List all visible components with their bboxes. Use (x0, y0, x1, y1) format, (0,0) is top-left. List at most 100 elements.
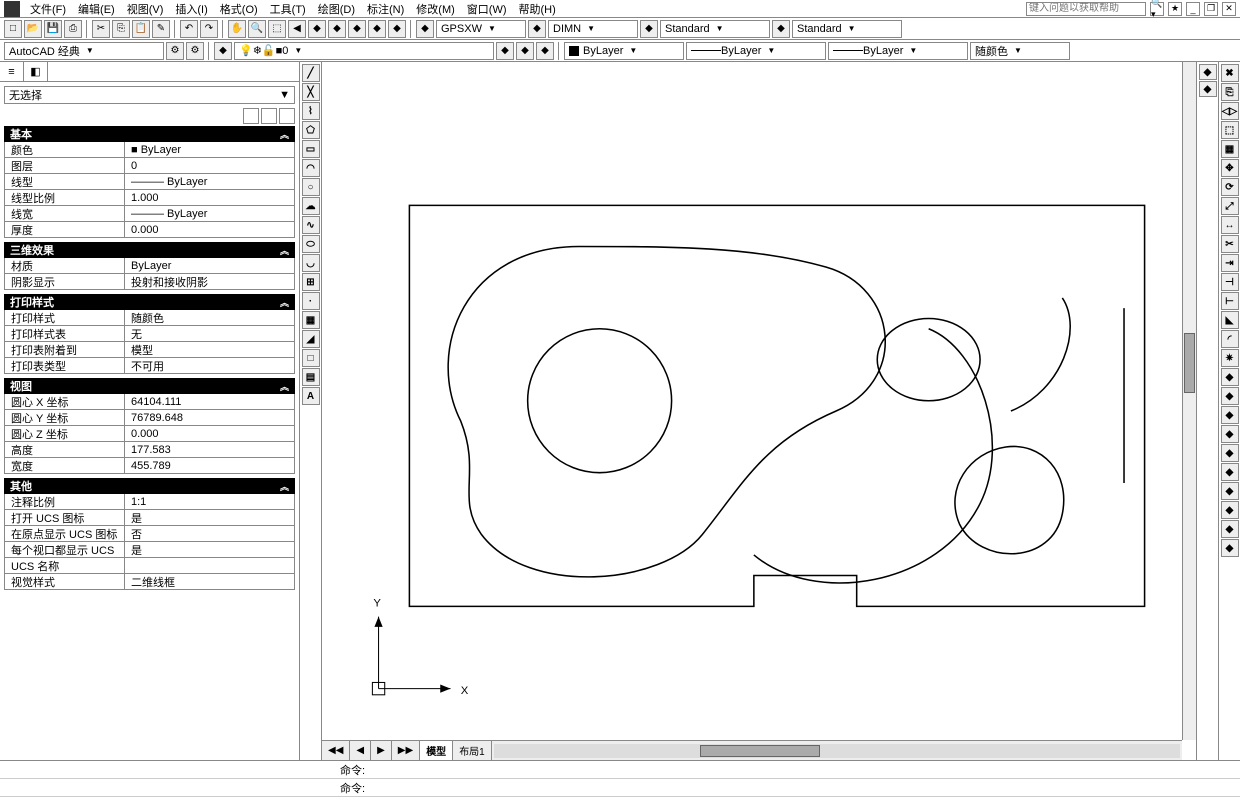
mod-break-icon[interactable]: ⊣ (1221, 273, 1239, 291)
prop-value[interactable]: 随颜色 (125, 310, 294, 325)
restore-icon[interactable]: ❐ (1204, 2, 1218, 16)
tab-nav-prev-icon[interactable]: ◀ (350, 741, 371, 760)
draw-hatch-icon[interactable]: ▦ (302, 311, 320, 329)
prop-row[interactable]: 线型比例1.000 (4, 190, 295, 206)
prop-value[interactable]: 64104.111 (125, 394, 294, 409)
prop-value[interactable]: ——— ByLayer (125, 206, 294, 221)
prop-value[interactable]: ByLayer (125, 258, 294, 273)
prop-row[interactable]: 宽度455.789 (4, 458, 295, 474)
mod-offset-icon[interactable]: ⬚ (1221, 121, 1239, 139)
prop-row[interactable]: 打印样式随颜色 (4, 310, 295, 326)
prop-value[interactable]: 是 (125, 542, 294, 557)
panel-tab-icon[interactable]: ◧ (24, 62, 48, 81)
tool-layerfrz-icon[interactable]: ◆ (536, 42, 554, 60)
search-dropdown-icon[interactable]: 🔍▾ (1150, 2, 1164, 16)
prop-row[interactable]: 打开 UCS 图标是 (4, 510, 295, 526)
prop-value[interactable]: 455.789 (125, 458, 294, 473)
prop-value[interactable]: 0.000 (125, 426, 294, 441)
tool-save-icon[interactable]: 💾 (44, 20, 62, 38)
workspace-combo[interactable]: AutoCAD 经典▼ (4, 42, 164, 60)
prop-group-header[interactable]: 基本︽ (4, 126, 295, 142)
menu-format[interactable]: 格式(O) (214, 1, 264, 17)
prop-value[interactable]: 是 (125, 510, 294, 525)
tab-nav-first-icon[interactable]: ◀◀ (322, 741, 350, 760)
prop-row[interactable]: 圆心 Y 坐标76789.648 (4, 410, 295, 426)
mod-extend-icon[interactable]: ⇥ (1221, 254, 1239, 272)
mod-generic-icon[interactable]: ◆ (1221, 539, 1239, 557)
tab-model[interactable]: 模型 (420, 741, 453, 760)
draw-gradient-icon[interactable]: ◢ (302, 330, 320, 348)
menu-view[interactable]: 视图(V) (121, 1, 170, 17)
tool-undo-icon[interactable]: ↶ (180, 20, 198, 38)
draw-spline-icon[interactable]: ∿ (302, 216, 320, 234)
plotstyle-combo[interactable]: 随颜色▼ (970, 42, 1070, 60)
draw-rect-icon[interactable]: ▭ (302, 140, 320, 158)
tool-generic-icon[interactable]: ◆ (772, 20, 790, 38)
prop-group-header[interactable]: 打印样式︽ (4, 294, 295, 310)
selection-combo[interactable]: 无选择 ▼ (4, 86, 295, 104)
drawing-canvas[interactable]: X Y ◀◀ ◀ ▶ ▶▶ 模型 布局1 (322, 62, 1196, 760)
menu-window[interactable]: 窗口(W) (461, 1, 513, 17)
help-search-input[interactable] (1026, 2, 1146, 16)
prop-value[interactable]: 76789.648 (125, 410, 294, 425)
scrollbar-horizontal[interactable] (494, 744, 1180, 758)
mod-chamfer-icon[interactable]: ◣ (1221, 311, 1239, 329)
prop-value[interactable]: 模型 (125, 342, 294, 357)
prop-row[interactable]: 线宽——— ByLayer (4, 206, 295, 222)
prop-row[interactable]: 阴影显示投射和接收阴影 (4, 274, 295, 290)
linetype-combo[interactable]: ByLayer▼ (686, 42, 826, 60)
menu-file[interactable]: 文件(F) (24, 1, 72, 17)
mod-rotate-icon[interactable]: ⟳ (1221, 178, 1239, 196)
scrollbar-vertical[interactable] (1182, 62, 1196, 740)
mlstyle-combo[interactable]: Standard▼ (792, 20, 902, 38)
prop-value[interactable]: 0 (125, 158, 294, 173)
prop-row[interactable]: 图层0 (4, 158, 295, 174)
prop-value[interactable] (125, 558, 294, 573)
mod-copy-icon[interactable]: ⎘ (1221, 83, 1239, 101)
prop-row[interactable]: 圆心 Z 坐标0.000 (4, 426, 295, 442)
tool-generic-icon[interactable]: ◆ (416, 20, 434, 38)
mod-erase-icon[interactable]: ✖ (1221, 64, 1239, 82)
textstyle-combo[interactable]: GPSXW▼ (436, 20, 526, 38)
command-input-row[interactable]: 命令: (0, 779, 1240, 797)
prop-value[interactable]: 无 (125, 326, 294, 341)
mod-join-icon[interactable]: ⊢ (1221, 292, 1239, 310)
tool-generic-icon[interactable]: ◆ (348, 20, 366, 38)
mod-trim-icon[interactable]: ✂ (1221, 235, 1239, 253)
mod-stretch-icon[interactable]: ↔ (1221, 216, 1239, 234)
draw-ellipse-icon[interactable]: ⬭ (302, 235, 320, 253)
mod-generic-icon[interactable]: ◆ (1221, 406, 1239, 424)
prop-row[interactable]: 圆心 X 坐标64104.111 (4, 394, 295, 410)
tool-print-icon[interactable]: ⎙ (64, 20, 82, 38)
lineweight-combo[interactable]: ByLayer▼ (828, 42, 968, 60)
color-combo[interactable]: ByLayer▼ (564, 42, 684, 60)
mod-generic-icon[interactable]: ◆ (1221, 425, 1239, 443)
quickselect-icon[interactable] (243, 108, 259, 124)
tool-generic-icon[interactable]: ◆ (328, 20, 346, 38)
prop-row[interactable]: 每个视口都显示 UCS是 (4, 542, 295, 558)
prop-row[interactable]: 高度177.583 (4, 442, 295, 458)
prop-value[interactable]: 1.000 (125, 190, 294, 205)
menu-tools[interactable]: 工具(T) (264, 1, 312, 17)
mod-fillet-icon[interactable]: ◜ (1221, 330, 1239, 348)
selectobj-icon[interactable] (279, 108, 295, 124)
tool-new-icon[interactable]: □ (4, 20, 22, 38)
close-icon[interactable]: ✕ (1222, 2, 1236, 16)
tab-layout1[interactable]: 布局1 (453, 741, 492, 760)
tool-generic-icon[interactable]: ◆ (308, 20, 326, 38)
layer-combo[interactable]: 💡 ❄ 🔓 ■ 0 ▼ (234, 42, 494, 60)
draw-xline-icon[interactable]: ╳ (302, 83, 320, 101)
menu-insert[interactable]: 插入(I) (169, 1, 213, 17)
draw-arc-icon[interactable]: ◠ (302, 159, 320, 177)
prop-row[interactable]: 注释比例1:1 (4, 494, 295, 510)
draw-table-icon[interactable]: ▤ (302, 368, 320, 386)
pickadd-icon[interactable] (261, 108, 277, 124)
mod-move-icon[interactable]: ✥ (1221, 159, 1239, 177)
prop-row[interactable]: 材质ByLayer (4, 258, 295, 274)
panel-tab-icon[interactable]: ≡ (0, 62, 24, 81)
prop-row[interactable]: 厚度0.000 (4, 222, 295, 238)
draw-line-icon[interactable]: ╱ (302, 64, 320, 82)
scroll-thumb[interactable] (1184, 333, 1195, 393)
tool-layeriso-icon[interactable]: ◆ (496, 42, 514, 60)
draw-revcloud-icon[interactable]: ☁ (302, 197, 320, 215)
